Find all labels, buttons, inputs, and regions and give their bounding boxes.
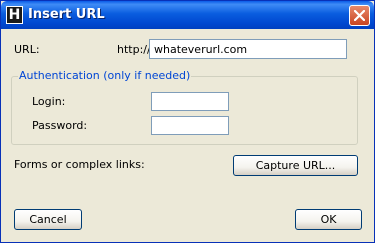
close-icon <box>354 10 365 21</box>
password-label: Password: <box>32 119 88 132</box>
insert-url-dialog: H Insert URL URL: http:// whateverurl.co… <box>0 0 375 243</box>
close-button[interactable] <box>349 5 370 26</box>
url-label: URL: <box>14 43 40 56</box>
url-prefix: http:// <box>117 43 151 56</box>
title-bar[interactable]: H Insert URL <box>1 1 374 29</box>
forms-label: Forms or complex links: <box>14 158 145 171</box>
password-input[interactable] <box>151 116 229 135</box>
ok-button[interactable]: OK <box>295 209 362 230</box>
dialog-title: Insert URL <box>28 7 105 22</box>
login-label: Login: <box>32 95 66 108</box>
login-input[interactable] <box>151 92 229 111</box>
url-input[interactable]: whateverurl.com <box>149 39 347 59</box>
cancel-button[interactable]: Cancel <box>14 209 82 230</box>
authentication-legend: Authentication (only if needed) <box>18 69 192 82</box>
app-logo-icon: H <box>6 6 23 24</box>
capture-url-button[interactable]: Capture URL... <box>233 155 358 176</box>
